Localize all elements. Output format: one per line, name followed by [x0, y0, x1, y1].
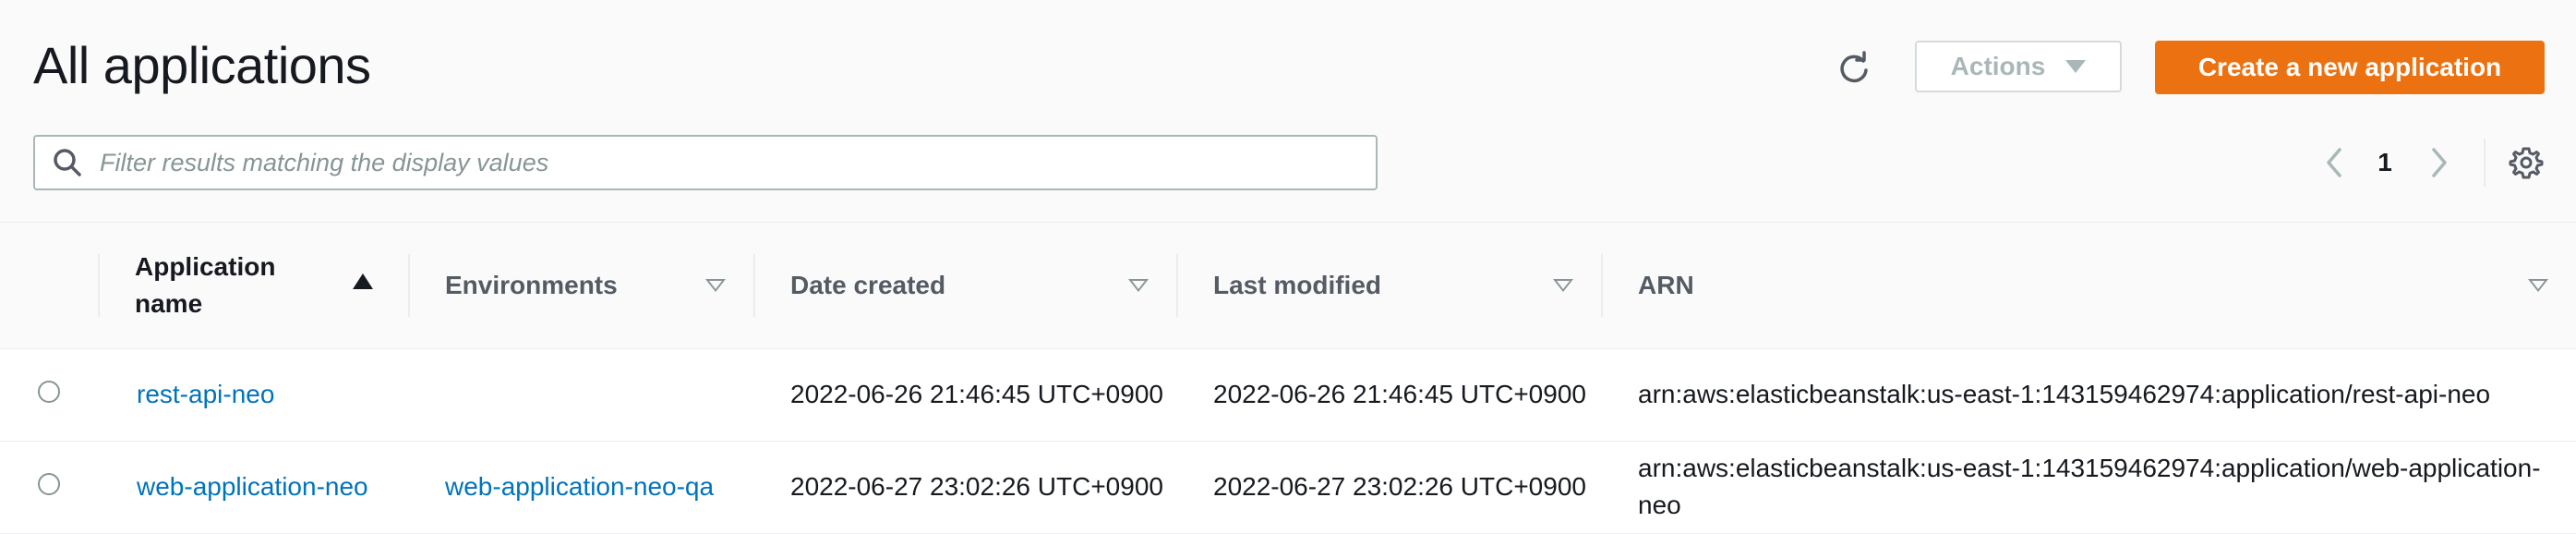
filter-caret-icon — [2528, 278, 2548, 292]
column-header-environments[interactable]: Environments — [408, 223, 753, 349]
last-modified-cell: 2022-06-26 21:46:45 UTC+0900 — [1213, 380, 1586, 408]
search-icon — [52, 147, 83, 178]
actions-label: Actions — [1950, 52, 2046, 80]
column-label-environments: Environments — [445, 270, 618, 299]
actions-dropdown-button[interactable]: Actions — [1915, 41, 2122, 92]
caret-down-icon — [2065, 60, 2087, 73]
refresh-icon — [1840, 51, 1868, 83]
application-name-cell: rest-api-neo — [98, 348, 408, 441]
filter-caret-icon — [1128, 278, 1149, 292]
select-column-header — [0, 223, 98, 349]
date-created-cell: 2022-06-26 21:46:45 UTC+0900 — [790, 380, 1163, 408]
table-row[interactable]: rest-api-neo 2022-06-26 21:46:45 UTC+090… — [0, 348, 2576, 441]
previous-page-button[interactable] — [2316, 139, 2353, 187]
column-label-name: name — [135, 288, 203, 318]
chevron-left-icon — [2327, 148, 2341, 177]
sort-ascending-icon — [353, 273, 373, 289]
create-application-button[interactable]: Create a new application — [2155, 41, 2545, 94]
arn-cell: arn:aws:elasticbeanstalk:us-east-1:14315… — [1638, 380, 2491, 408]
table-row[interactable]: web-application-neo web-application-neo-… — [0, 441, 2576, 533]
row-select-cell[interactable] — [0, 348, 98, 441]
table-header-row: Application name Environments Date creat… — [0, 223, 2576, 349]
refresh-button[interactable] — [1830, 44, 1878, 92]
applications-header: All applications Actions Create a new ap… — [0, 0, 2576, 223]
application-name-cell: web-application-neo — [98, 441, 408, 533]
search-field[interactable] — [33, 135, 1378, 190]
column-header-last-modified[interactable]: Last modified — [1176, 223, 1601, 349]
column-label-application: Application — [135, 251, 276, 281]
column-label-last-modified: Last modified — [1213, 270, 1382, 299]
row-select-cell[interactable] — [0, 441, 98, 533]
environment-cell: web-application-neo-qa — [408, 441, 753, 533]
application-link[interactable]: web-application-neo — [137, 472, 368, 501]
column-header-arn[interactable]: ARN — [1601, 223, 2576, 349]
date-created-cell: 2022-06-27 23:02:26 UTC+0900 — [790, 472, 1163, 501]
last-modified-cell: 2022-06-27 23:02:26 UTC+0900 — [1213, 472, 1586, 501]
page-title: All applications — [33, 36, 371, 94]
column-header-date-created[interactable]: Date created — [753, 223, 1176, 349]
environment-cell — [408, 348, 753, 441]
application-link[interactable]: rest-api-neo — [137, 380, 274, 408]
row-select-radio[interactable] — [38, 381, 60, 403]
arn-cell: arn:aws:elasticbeanstalk:us-east-1:14315… — [1638, 454, 2541, 519]
column-divider — [753, 254, 755, 317]
filter-caret-icon — [1553, 278, 1573, 292]
row-select-radio[interactable] — [38, 473, 60, 495]
environment-link[interactable]: web-application-neo-qa — [445, 472, 714, 501]
column-divider — [98, 254, 100, 317]
column-divider — [1601, 254, 1603, 317]
pager-divider — [2484, 139, 2486, 187]
gear-icon — [2509, 147, 2544, 179]
search-input[interactable] — [98, 147, 1376, 178]
current-page-number[interactable]: 1 — [2369, 139, 2401, 187]
column-label-date-created: Date created — [790, 270, 946, 299]
column-divider — [408, 254, 410, 317]
applications-table: Application name Environments Date creat… — [0, 223, 2576, 534]
column-header-application-name[interactable]: Application name — [98, 223, 408, 349]
table-settings-button[interactable] — [2504, 139, 2548, 187]
column-divider — [1176, 254, 1178, 317]
column-label-arn: ARN — [1638, 270, 1694, 299]
next-page-button[interactable] — [2421, 139, 2458, 187]
chevron-right-icon — [2432, 148, 2447, 177]
filter-caret-icon — [705, 278, 726, 292]
